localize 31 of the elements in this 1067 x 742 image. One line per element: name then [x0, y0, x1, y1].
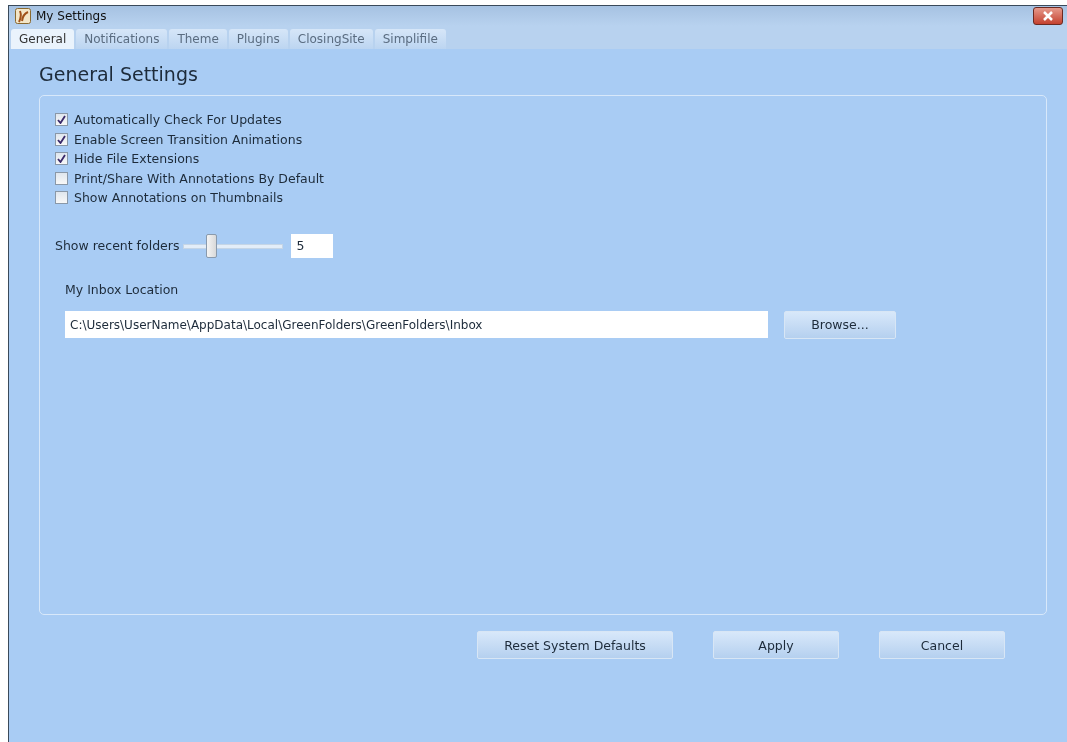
close-button[interactable]: [1033, 7, 1063, 25]
tab[interactable]: Theme: [169, 29, 227, 49]
checkbox-label: Print/Share With Annotations By Default: [74, 170, 325, 186]
tab[interactable]: General: [11, 29, 75, 49]
action-button[interactable]: Apply: [713, 631, 839, 659]
checkbox-label: Automatically Check For Updates: [74, 112, 282, 128]
window-title: My Settings: [36, 9, 108, 23]
tab[interactable]: ClosingSite: [289, 29, 373, 49]
checkbox[interactable]: [55, 191, 68, 205]
path-field[interactable]: C:\Users\UserName\AppData\Local\GreenFolders\GreenFolders\Inbox: [65, 311, 768, 338]
close-icon: [1042, 11, 1054, 21]
count-field[interactable]: 5: [291, 233, 334, 258]
checkbox-label: Hide File Extensions: [74, 151, 200, 167]
browse-button[interactable]: Browse...: [784, 310, 896, 339]
checkbox[interactable]: [55, 132, 68, 146]
slider-thumb[interactable]: [205, 233, 217, 258]
action-button[interactable]: Cancel: [879, 631, 1005, 659]
checkbox[interactable]: [55, 152, 68, 166]
checkbox[interactable]: [55, 171, 68, 185]
inbox-label: My Inbox Location: [65, 281, 180, 297]
action-button[interactable]: Reset System Defaults: [477, 631, 673, 659]
tab[interactable]: Plugins: [228, 29, 288, 49]
slider-track[interactable]: [183, 233, 284, 258]
checkbox[interactable]: [55, 113, 68, 127]
section-heading: General Settings: [39, 63, 199, 85]
tab[interactable]: Simplifile: [374, 29, 446, 49]
app-logo-icon: [15, 8, 31, 24]
tab[interactable]: Notifications: [76, 29, 168, 49]
slider-label: Show recent folders: [55, 238, 180, 253]
checkbox-label: Enable Screen Transition Animations: [74, 131, 303, 147]
checkbox-label: Show Annotations on Thumbnails: [74, 190, 283, 206]
